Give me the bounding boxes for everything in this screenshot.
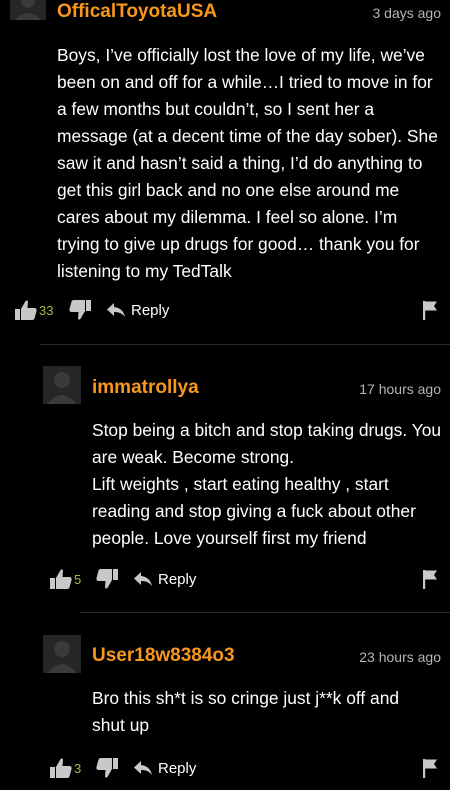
downvote-button[interactable]	[95, 755, 119, 781]
flag-icon	[423, 570, 437, 589]
comment-paragraph: Stop being a bitch and stop taking drugs…	[92, 420, 442, 467]
avatar[interactable]	[10, 0, 46, 20]
divider	[80, 612, 450, 613]
reply-button[interactable]: Reply	[133, 566, 196, 592]
flag-icon	[423, 759, 437, 778]
avatar[interactable]	[43, 635, 81, 673]
thumbs-down-icon	[96, 569, 118, 589]
reply-button[interactable]: Reply	[106, 297, 169, 323]
thumbs-up-icon	[15, 300, 37, 320]
upvote-button[interactable]: 5	[49, 566, 81, 592]
thumbs-up-icon	[50, 758, 72, 778]
comment-timestamp: 3 days ago	[372, 5, 442, 21]
downvote-button[interactable]	[95, 566, 119, 592]
user-silhouette-icon	[47, 372, 77, 404]
comment-username[interactable]: OfficalToyotaUSA	[57, 1, 217, 23]
comment-actions: 3 Reply	[49, 755, 442, 781]
comment-username[interactable]: immatrollya	[92, 377, 199, 399]
comment-actions: 5 Reply	[49, 566, 442, 592]
comment-body: Bro this sh*t is so cringe just j**k off…	[92, 685, 432, 739]
comment-body: Boys, I’ve officially lost the love of m…	[57, 42, 442, 285]
upvote-count: 3	[74, 760, 82, 776]
comment-1: OfficalToyotaUSA 3 days ago Boys, I’ve o…	[0, 0, 450, 340]
comment-timestamp: 17 hours ago	[359, 381, 441, 397]
comment-username[interactable]: User18w8384o3	[92, 645, 235, 667]
upvote-button[interactable]: 33	[14, 297, 53, 323]
comment-3: User18w8384o3 23 hours ago Bro this sh*t…	[0, 628, 450, 790]
thumbs-down-icon	[96, 758, 118, 778]
avatar[interactable]	[43, 366, 81, 404]
user-silhouette-icon	[14, 0, 42, 20]
comment-2: immatrollya 17 hours ago Stop being a bi…	[0, 360, 450, 600]
thumbs-down-icon	[69, 300, 91, 320]
comment-paragraph: Bro this sh*t is so cringe just j**k off…	[92, 688, 400, 735]
comment-paragraph: Boys, I’ve officially lost the love of m…	[57, 45, 438, 281]
comment-body: Stop being a bitch and stop taking drugs…	[92, 417, 442, 552]
reply-button[interactable]: Reply	[133, 755, 196, 781]
thumbs-up-icon	[50, 569, 72, 589]
upvote-count: 5	[74, 571, 82, 587]
flag-button[interactable]	[422, 566, 438, 592]
reply-label: Reply	[131, 301, 170, 319]
flag-icon	[423, 301, 437, 320]
reply-label: Reply	[158, 759, 197, 777]
flag-button[interactable]	[422, 755, 438, 781]
comment-timestamp: 23 hours ago	[359, 649, 441, 665]
comment-actions: 33 Reply	[14, 297, 442, 323]
reply-arrow-icon	[134, 761, 152, 775]
upvote-count: 33	[39, 302, 54, 318]
downvote-button[interactable]	[68, 297, 92, 323]
user-silhouette-icon	[47, 641, 77, 673]
reply-arrow-icon	[134, 572, 152, 586]
reply-label: Reply	[158, 570, 197, 588]
flag-button[interactable]	[422, 297, 438, 323]
reply-arrow-icon	[107, 303, 125, 317]
upvote-button[interactable]: 3	[49, 755, 81, 781]
divider	[40, 344, 450, 345]
comment-paragraph: Lift weights , start eating healthy , st…	[92, 474, 416, 548]
